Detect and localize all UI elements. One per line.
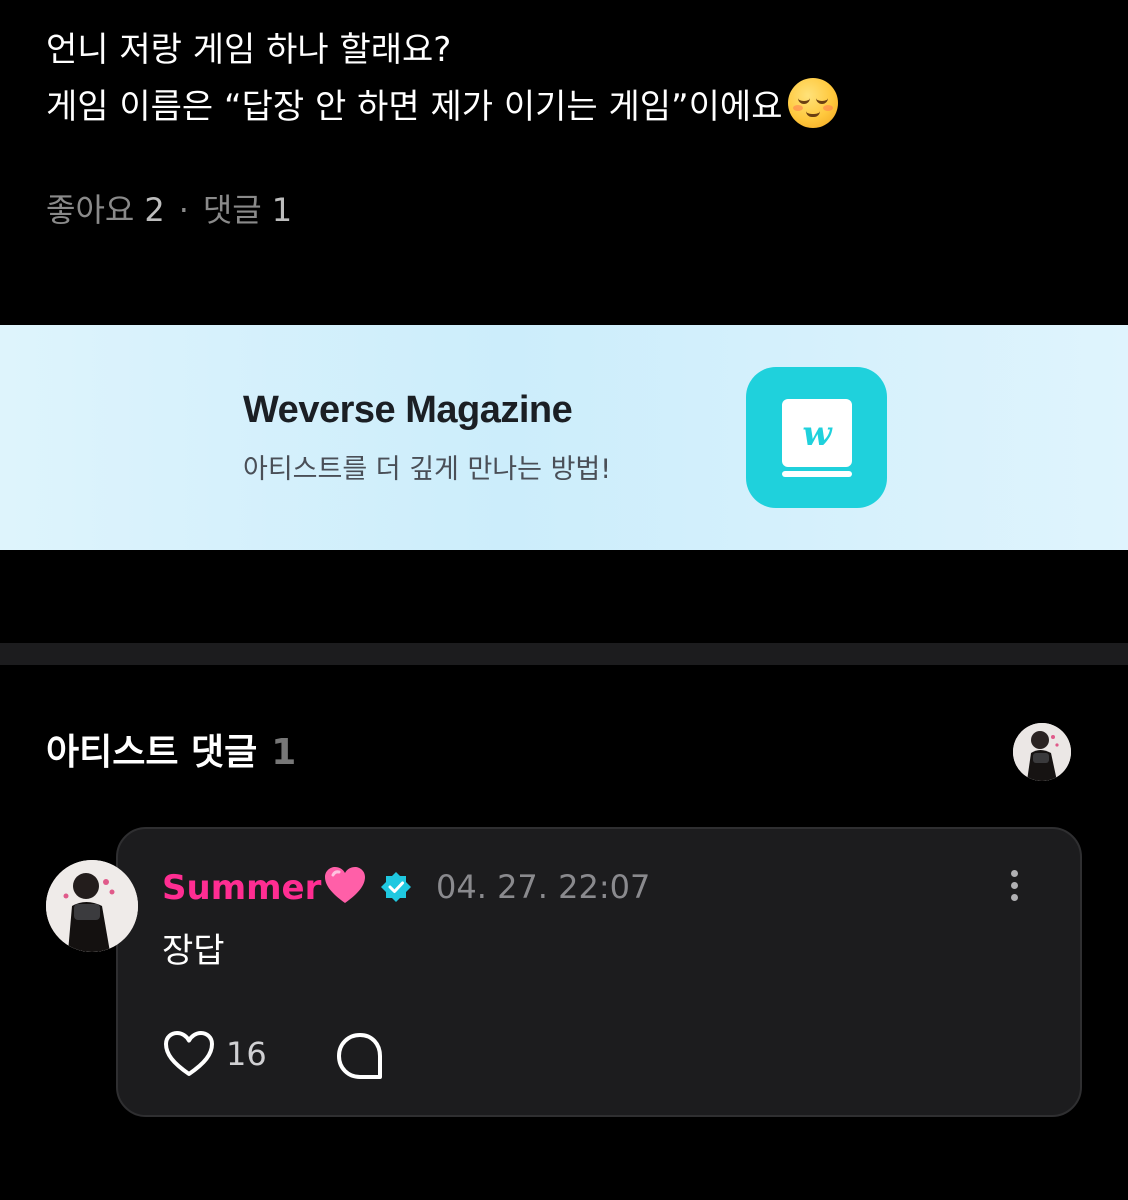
svg-text:w: w bbox=[802, 414, 833, 454]
section-divider bbox=[0, 643, 1128, 665]
comment-timestamp: 04. 27. 22:07 bbox=[436, 868, 651, 906]
post-body: 언니 저랑 게임 하나 할래요? 게임 이름은 “답장 안 하면 제가 이기는 … bbox=[46, 22, 1086, 135]
speech-bubble-icon[interactable] bbox=[332, 1029, 388, 1085]
comments-count: 1 bbox=[271, 191, 293, 229]
artist-avatar[interactable] bbox=[1013, 723, 1071, 781]
verified-badge-icon bbox=[380, 871, 412, 903]
stats-separator: · bbox=[178, 191, 189, 229]
artist-comments-count: 1 bbox=[271, 732, 297, 773]
banner-title: Weverse Magazine bbox=[243, 389, 573, 431]
weverse-magazine-book-icon: w bbox=[746, 367, 887, 508]
comment-text: 장답 bbox=[162, 931, 225, 971]
artist-comments-label: 아티스트 댓글 bbox=[46, 732, 258, 773]
banner-subtitle: 아티스트를 더 깊게 만나는 방법! bbox=[243, 454, 612, 485]
comments-label[interactable]: 댓글 bbox=[203, 191, 262, 229]
like-count: 16 bbox=[226, 1035, 267, 1073]
post-line-2-text: 게임 이름은 “답장 안 하면 제가 이기는 게임”이에요 bbox=[46, 87, 783, 127]
comment-author[interactable]: Summer bbox=[162, 865, 367, 916]
pink-heart-icon bbox=[323, 865, 367, 916]
heart-outline-icon bbox=[164, 1031, 214, 1076]
likes-label[interactable]: 좋아요 bbox=[46, 191, 134, 229]
post-stats: 좋아요 2 · 댓글 1 bbox=[46, 188, 292, 232]
comment-author-avatar[interactable] bbox=[46, 860, 138, 952]
weverse-magazine-banner[interactable]: Weverse Magazine 아티스트를 더 깊게 만나는 방법! w bbox=[0, 325, 1128, 550]
relieved-face-emoji-icon bbox=[788, 78, 839, 128]
comment-author-name: Summer bbox=[162, 868, 322, 908]
like-button[interactable]: 16 bbox=[162, 1029, 267, 1085]
comment-card: Summer 04. 27. 22:07 장답 16 bbox=[116, 827, 1082, 1117]
likes-count: 2 bbox=[144, 191, 165, 229]
artist-comments-title: 아티스트 댓글 1 bbox=[46, 728, 296, 778]
post-line-2: 게임 이름은 “답장 안 하면 제가 이기는 게임”이에요 bbox=[46, 78, 1086, 135]
vertical-ellipsis-icon[interactable] bbox=[1002, 865, 1026, 909]
post-line-1: 언니 저랑 게임 하나 할래요? bbox=[46, 30, 452, 70]
